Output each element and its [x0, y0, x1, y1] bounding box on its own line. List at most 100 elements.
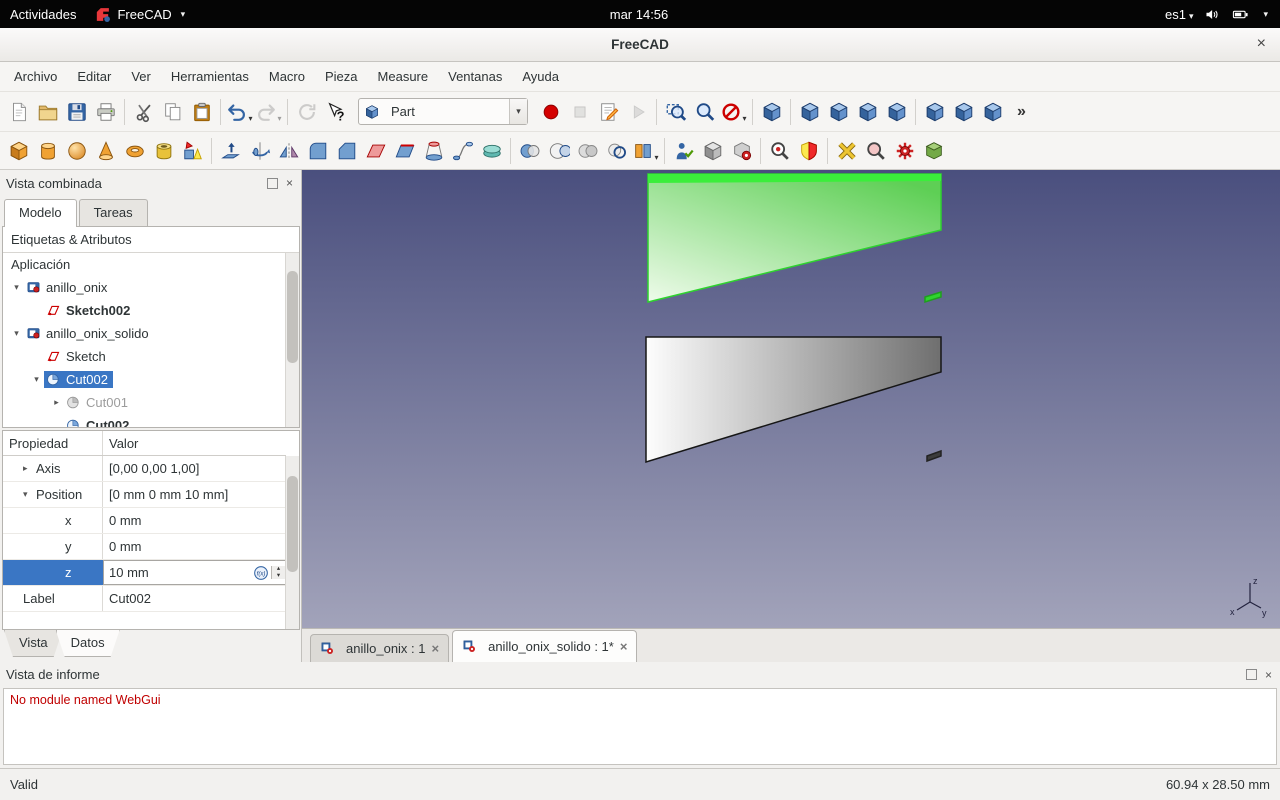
volume-icon[interactable]	[1204, 6, 1221, 23]
whats-this-button[interactable]: ?	[321, 97, 350, 127]
cone-button[interactable]	[91, 136, 120, 166]
menu-macro[interactable]: Macro	[259, 65, 315, 88]
selected-wedge[interactable]	[647, 173, 942, 303]
spinbox-arrows[interactable]: ▴ ▾	[271, 565, 285, 580]
chamfer-button[interactable]	[332, 136, 361, 166]
expander-icon[interactable]: ▾	[29, 374, 44, 385]
view-isometric-button[interactable]	[757, 97, 786, 127]
view-left-button[interactable]	[949, 97, 978, 127]
tree-scrollbar[interactable]	[285, 253, 299, 427]
workbench-dropdown-arrow[interactable]: ▾	[509, 99, 527, 124]
macro-play-button[interactable]	[623, 97, 652, 127]
view-top-button[interactable]	[824, 97, 853, 127]
defeaturing-button[interactable]	[698, 136, 727, 166]
create-primitives-button[interactable]	[149, 136, 178, 166]
tree-scrollbar-thumb[interactable]	[287, 271, 298, 363]
menu-editar[interactable]: Editar	[67, 65, 121, 88]
macro-stop-button[interactable]	[565, 97, 594, 127]
redo-button[interactable]: ▾	[254, 97, 283, 127]
sphere-button[interactable]	[62, 136, 91, 166]
property-row-position[interactable]: ▾ Position [0 mm 0 mm 10 mm]	[3, 482, 286, 508]
menu-ver[interactable]: Ver	[121, 65, 161, 88]
open-document-button[interactable]	[33, 97, 62, 127]
menu-ventanas[interactable]: Ventanas	[438, 65, 512, 88]
menu-ayuda[interactable]: Ayuda	[512, 65, 569, 88]
property-row-axis[interactable]: ▸ Axis [0,00 0,00 1,00]	[3, 456, 286, 482]
menu-herramientas[interactable]: Herramientas	[161, 65, 259, 88]
menu-measure[interactable]: Measure	[368, 65, 439, 88]
make-face-button[interactable]	[361, 136, 390, 166]
app-menu-button[interactable]: FreeCAD ▾	[94, 6, 185, 23]
color-per-face-button[interactable]	[794, 136, 823, 166]
expander-icon[interactable]: ▾	[9, 282, 24, 293]
property-value-cell[interactable]: Cut002	[103, 586, 286, 611]
clock[interactable]: mar 14:56	[610, 7, 669, 22]
activities-button[interactable]: Actividades	[10, 7, 76, 22]
extrude-button[interactable]	[216, 136, 245, 166]
view-bottom-button[interactable]	[920, 97, 949, 127]
tab-datos[interactable]: Datos	[56, 630, 120, 657]
property-row-z[interactable]: z 10 mm f(x) ▴ ▾	[3, 560, 286, 586]
property-value-cell[interactable]: [0,00 0,00 1,00]	[103, 456, 286, 481]
menu-pieza[interactable]: Pieza	[315, 65, 368, 88]
boolean-union-button[interactable]	[573, 136, 602, 166]
tab-vista[interactable]: Vista	[4, 630, 63, 657]
join-features-dropdown-arrow[interactable]: ▾	[654, 153, 658, 166]
macro-edit-button[interactable]	[594, 97, 623, 127]
view-right-button[interactable]	[853, 97, 882, 127]
tree-item-cut002[interactable]: Cut002	[3, 414, 286, 427]
property-value-cell[interactable]: [0 mm 0 mm 10 mm]	[103, 482, 286, 507]
toolbar-overflow-button[interactable]: »	[1007, 97, 1036, 127]
solid-sliver[interactable]	[926, 449, 942, 463]
check-geometry-button[interactable]	[669, 136, 698, 166]
workbench-selector[interactable]: Part ▾	[358, 98, 528, 125]
tree-item-anillo-onix[interactable]: ▾ anillo_onix	[3, 276, 286, 299]
property-value-cell[interactable]: 0 mm	[103, 534, 286, 559]
window-close-button[interactable]: ×	[1257, 35, 1266, 53]
paste-button[interactable]	[187, 97, 216, 127]
redo-dropdown-arrow[interactable]: ▾	[277, 114, 281, 127]
box-button[interactable]	[4, 136, 33, 166]
draw-style-dropdown-arrow[interactable]: ▾	[742, 114, 746, 127]
3d-viewport[interactable]: z x y	[302, 170, 1280, 628]
menu-archivo[interactable]: Archivo	[4, 65, 67, 88]
fit-selection-button[interactable]	[690, 97, 719, 127]
property-row-x[interactable]: x 0 mm	[3, 508, 286, 534]
tab-close-icon[interactable]: ×	[620, 639, 628, 654]
tab-close-icon[interactable]: ×	[432, 641, 440, 656]
revolve-button[interactable]	[245, 136, 274, 166]
undo-button[interactable]: ▾	[225, 97, 254, 127]
print-document-button[interactable]	[91, 97, 120, 127]
save-document-button[interactable]	[62, 97, 91, 127]
close-panel-icon[interactable]: ×	[286, 177, 293, 189]
measure-toggle-all-button[interactable]	[919, 136, 948, 166]
tree-item-anillo-onix-solido[interactable]: ▾ anillo_onix_solido	[3, 322, 286, 345]
sweep-button[interactable]	[448, 136, 477, 166]
refresh-button[interactable]	[292, 97, 321, 127]
property-value-cell[interactable]: 10 mm f(x) ▴ ▾	[103, 560, 286, 585]
system-menu-caret-icon[interactable]: ▾	[1263, 9, 1268, 20]
inspect-shape-button[interactable]	[765, 136, 794, 166]
boolean-cut-button[interactable]	[544, 136, 573, 166]
cylinder-button[interactable]	[33, 136, 62, 166]
expander-icon[interactable]: ▾	[23, 489, 36, 500]
draw-style-button[interactable]: ▾	[719, 97, 748, 127]
fit-all-button[interactable]	[661, 97, 690, 127]
spin-down-icon[interactable]: ▾	[272, 572, 285, 580]
battery-icon[interactable]	[1232, 6, 1249, 23]
cut-button[interactable]	[129, 97, 158, 127]
loft-button[interactable]	[419, 136, 448, 166]
fillet-button[interactable]	[303, 136, 332, 166]
new-document-button[interactable]	[4, 97, 33, 127]
copy-button[interactable]	[158, 97, 187, 127]
viewport-canvas[interactable]: z x y	[302, 170, 1280, 628]
view-rear-button[interactable]	[882, 97, 911, 127]
expander-icon[interactable]: ▾	[9, 328, 24, 339]
measure-linear-button[interactable]	[832, 136, 861, 166]
tree-item-aplicaci-n[interactable]: Aplicación	[3, 253, 286, 276]
expander-icon[interactable]: ▸	[49, 397, 64, 408]
property-row-label[interactable]: Label Cut002	[3, 586, 286, 612]
close-report-icon[interactable]: ×	[1265, 669, 1272, 681]
measure-clear-all-button[interactable]	[890, 136, 919, 166]
undo-dropdown-arrow[interactable]: ▾	[248, 114, 252, 127]
